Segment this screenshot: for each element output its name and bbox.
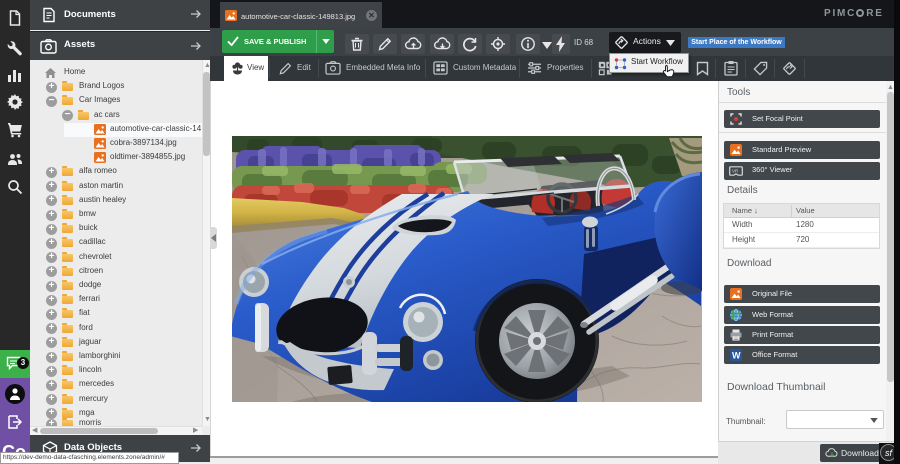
svg-text:VR: VR bbox=[732, 168, 739, 173]
svg-text:W: W bbox=[732, 350, 741, 360]
